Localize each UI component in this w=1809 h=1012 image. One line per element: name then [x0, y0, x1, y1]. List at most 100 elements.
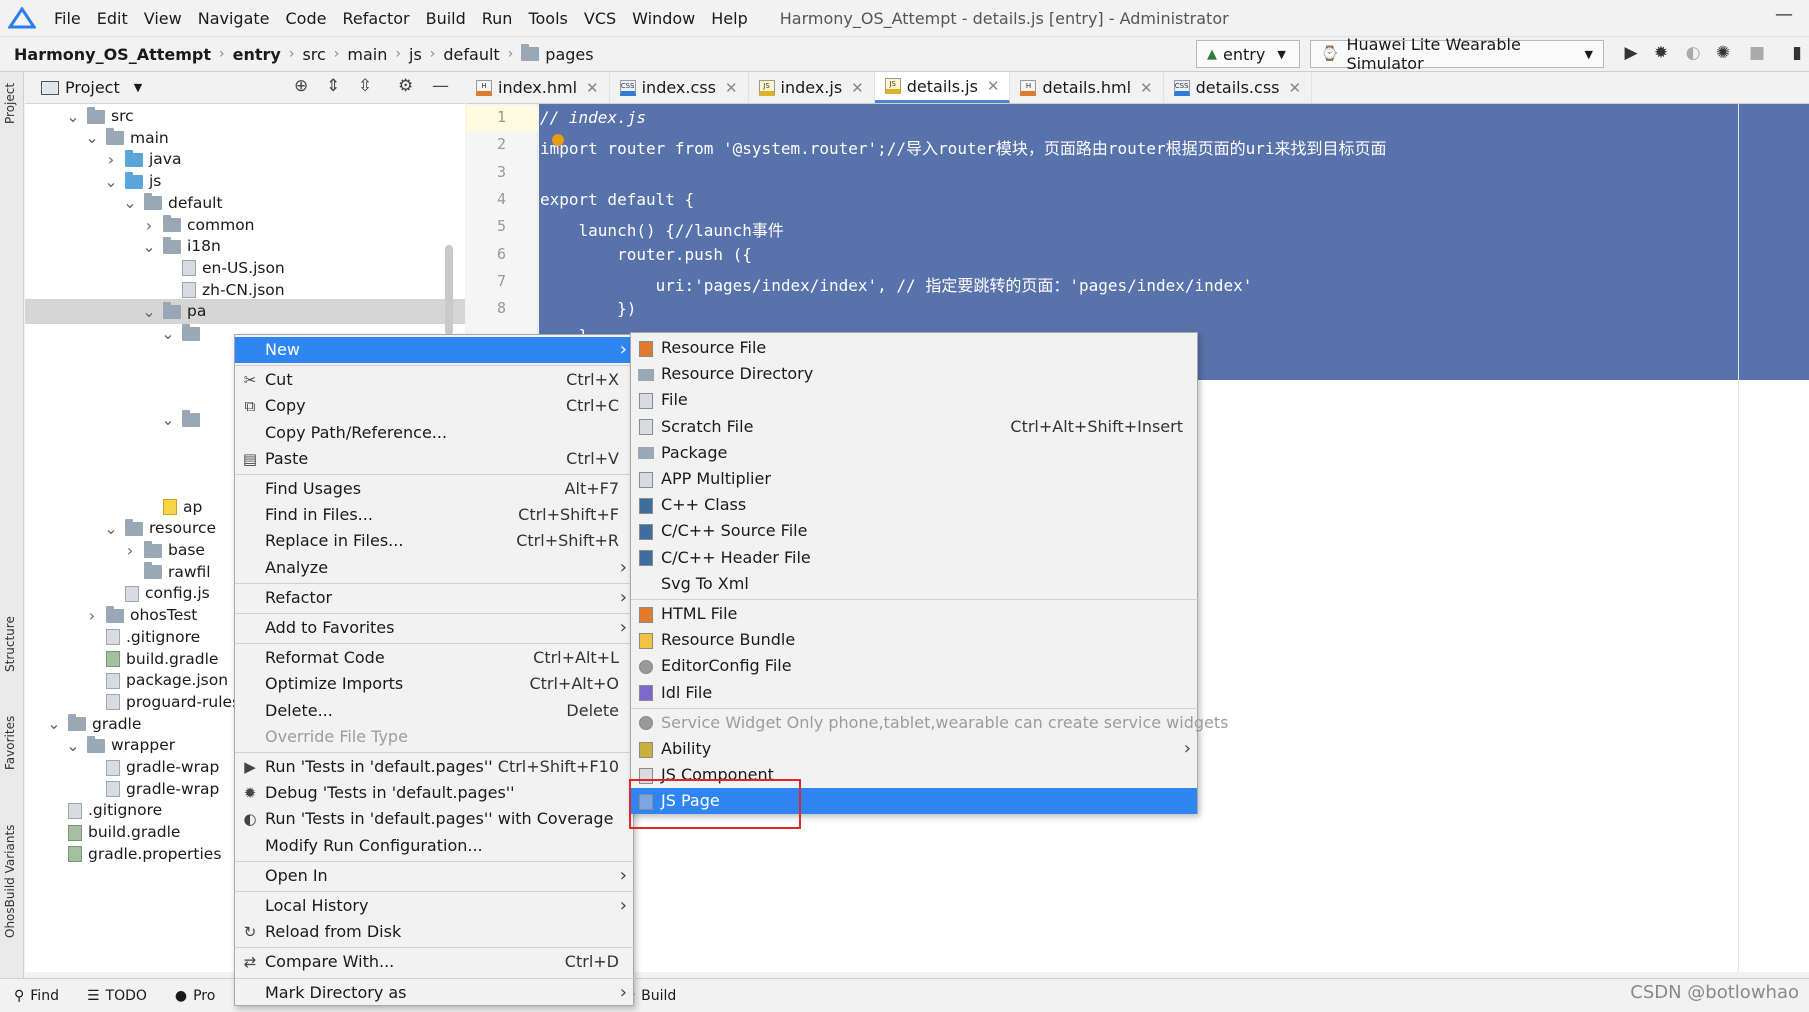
locate-icon[interactable]: ⊕: [294, 76, 308, 96]
menu-item[interactable]: Analyze ›: [235, 555, 633, 581]
menu-item[interactable]: Mark Directory as ›: [235, 980, 633, 1006]
code-line[interactable]: import router from '@system.router';//导入…: [540, 135, 1387, 159]
editor-tab[interactable]: JS details.js ✕: [874, 72, 1011, 103]
menu-item[interactable]: Resource File: [631, 335, 1197, 361]
code-line[interactable]: export default {: [540, 190, 694, 209]
menu-edit[interactable]: Edit: [89, 9, 136, 28]
close-icon[interactable]: ✕: [1288, 79, 1301, 97]
menu-item[interactable]: C++ Class: [631, 492, 1197, 518]
breadcrumb-item[interactable]: Harmony_OS_Attempt: [14, 45, 211, 64]
breadcrumb-item[interactable]: entry: [233, 45, 281, 64]
editor-tab[interactable]: CSS details.css ✕: [1164, 72, 1313, 103]
menu-item[interactable]: Open In ›: [235, 863, 633, 889]
breadcrumb-item[interactable]: src: [302, 45, 325, 64]
chevron-down-icon[interactable]: ⌄: [141, 238, 157, 254]
menu-item[interactable]: ◐ Run 'Tests in 'default.pages'' with Cov…: [235, 806, 633, 832]
menu-item[interactable]: HTML File: [631, 601, 1197, 627]
menu-item[interactable]: Ability ›: [631, 736, 1197, 762]
expand-all-icon[interactable]: ⇕: [326, 76, 340, 96]
build-variants-tool-tab[interactable]: OhosBuild Variants: [3, 825, 17, 938]
menu-tools[interactable]: Tools: [520, 9, 575, 28]
menu-item[interactable]: Find in Files... Ctrl+Shift+F: [235, 502, 633, 528]
chevron-down-icon[interactable]: ▼: [134, 81, 142, 94]
close-icon[interactable]: ✕: [1140, 79, 1153, 97]
close-icon[interactable]: ✕: [987, 77, 1000, 95]
close-icon[interactable]: ✕: [586, 79, 599, 97]
menu-item[interactable]: ⇄ Compare With... Ctrl+D: [235, 949, 633, 975]
chevron-down-icon[interactable]: ⌄: [160, 412, 176, 428]
breadcrumb-item[interactable]: default: [443, 45, 499, 64]
menu-item[interactable]: APP Multiplier: [631, 466, 1197, 492]
code-line[interactable]: // index.js: [540, 108, 646, 127]
menu-code[interactable]: Code: [278, 9, 335, 28]
chevron-down-icon[interactable]: ⌄: [103, 520, 119, 536]
chevron-down-icon[interactable]: ⌄: [84, 130, 100, 146]
editor-tab[interactable]: CSS index.css ✕: [610, 72, 749, 103]
menu-item[interactable]: ↻ Reload from Disk: [235, 919, 633, 945]
find-tool-button[interactable]: ⚲ Find: [14, 988, 59, 1004]
menu-item[interactable]: Svg To Xml: [631, 571, 1197, 597]
editor-tab[interactable]: JS index.js ✕: [749, 72, 875, 103]
menu-item[interactable]: Package: [631, 440, 1197, 466]
gear-icon[interactable]: ⚙: [398, 76, 413, 96]
menu-item[interactable]: ✹ Debug 'Tests in 'default.pages'': [235, 780, 633, 806]
menu-item[interactable]: ▤ Paste Ctrl+V: [235, 446, 633, 472]
menu-item[interactable]: Reformat Code Ctrl+Alt+L: [235, 645, 633, 671]
menu-item[interactable]: EditorConfig File: [631, 653, 1197, 679]
menu-item[interactable]: Copy Path/Reference...: [235, 420, 633, 446]
chevron-down-icon[interactable]: ⌄: [122, 195, 138, 211]
hide-panel-icon[interactable]: —: [432, 76, 449, 96]
menu-item[interactable]: Local History ›: [235, 893, 633, 919]
code-line[interactable]: }): [540, 299, 636, 318]
menu-vcs[interactable]: VCS: [576, 9, 624, 28]
code-line[interactable]: launch() {//launch事件: [540, 217, 784, 241]
tree-scrollbar[interactable]: [445, 245, 453, 335]
menu-file[interactable]: File: [46, 9, 89, 28]
menu-navigate[interactable]: Navigate: [190, 9, 278, 28]
menu-item[interactable]: Modify Run Configuration...: [235, 833, 633, 859]
debug-icon[interactable]: ✹: [1650, 43, 1672, 65]
menu-run[interactable]: Run: [474, 9, 521, 28]
coverage-icon[interactable]: ◐: [1682, 43, 1704, 65]
chevron-down-icon[interactable]: ⌄: [141, 303, 157, 319]
device-select[interactable]: ⌚ Huawei Lite Wearable Simulator ▼: [1310, 35, 1604, 73]
menu-view[interactable]: View: [136, 9, 190, 28]
menu-item[interactable]: Optimize Imports Ctrl+Alt+O: [235, 671, 633, 697]
chevron-down-icon[interactable]: ⌄: [46, 716, 62, 732]
project-tool-tab[interactable]: Project: [3, 83, 17, 124]
menu-build[interactable]: Build: [418, 9, 474, 28]
menu-item[interactable]: Find Usages Alt+F7: [235, 476, 633, 502]
intention-bulb-icon[interactable]: [552, 134, 564, 146]
menu-item[interactable]: File: [631, 387, 1197, 413]
close-icon[interactable]: ✕: [725, 79, 738, 97]
menu-item[interactable]: Resource Directory: [631, 361, 1197, 387]
breadcrumb-item[interactable]: js: [409, 45, 422, 64]
menu-item[interactable]: C/C++ Source File: [631, 518, 1197, 544]
chevron-down-icon[interactable]: ⌄: [65, 737, 81, 753]
breadcrumb-item[interactable]: main: [347, 45, 387, 64]
todo-tool-button[interactable]: ☰ TODO: [87, 988, 147, 1004]
chevron-down-icon[interactable]: ⌄: [103, 173, 119, 189]
menu-item[interactable]: ⧉ Copy Ctrl+C: [235, 393, 633, 419]
run-icon[interactable]: ▶: [1620, 43, 1642, 65]
menu-item[interactable]: Resource Bundle: [631, 627, 1197, 653]
menu-item[interactable]: ✂ Cut Ctrl+X: [235, 367, 633, 393]
stop-icon[interactable]: ■: [1746, 43, 1768, 65]
close-icon[interactable]: ✕: [851, 79, 864, 97]
run-config-select[interactable]: ▲ entry ▼: [1196, 40, 1300, 68]
device-manager-icon[interactable]: ▮: [1786, 43, 1808, 65]
menu-item[interactable]: ▶ Run 'Tests in 'default.pages'' Ctrl+Shif…: [235, 754, 633, 780]
menu-item[interactable]: Add to Favorites ›: [235, 615, 633, 641]
menu-item[interactable]: Scratch File Ctrl+Alt+Shift+Insert: [631, 414, 1197, 440]
problems-tool-button[interactable]: ● Pro: [175, 988, 215, 1004]
menu-item[interactable]: Idl File: [631, 680, 1197, 706]
editor-tab[interactable]: Hindex.hml ✕: [466, 72, 610, 103]
breadcrumb-item[interactable]: pages: [521, 43, 594, 64]
code-line[interactable]: router.push ({: [540, 245, 752, 264]
editor-tab[interactable]: Hdetails.hml ✕: [1010, 72, 1164, 103]
attach-debugger-icon[interactable]: ✺: [1712, 43, 1734, 65]
menu-item[interactable]: Refactor ›: [235, 585, 633, 611]
menu-refactor[interactable]: Refactor: [334, 9, 417, 28]
chevron-down-icon[interactable]: ⌄: [65, 108, 81, 124]
menu-help[interactable]: Help: [703, 9, 755, 28]
